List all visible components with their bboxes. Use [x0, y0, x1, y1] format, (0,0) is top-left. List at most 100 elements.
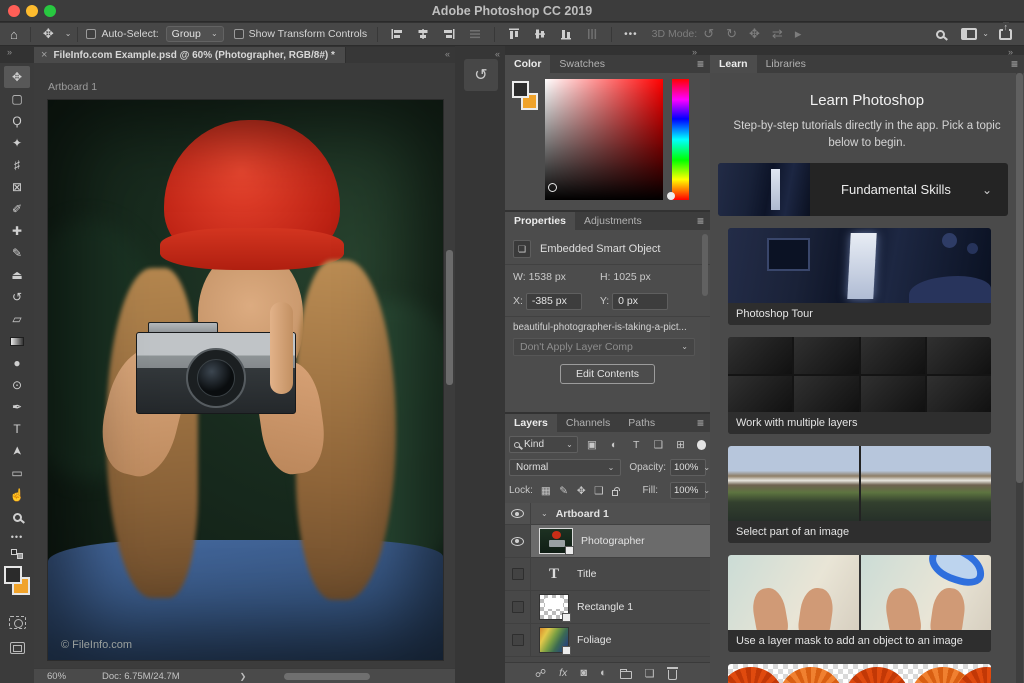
type-tool[interactable]: T	[4, 418, 30, 440]
new-group-icon[interactable]	[619, 668, 632, 679]
tab-paths[interactable]: Paths	[619, 414, 664, 432]
pen-tool[interactable]: ✒	[4, 396, 30, 418]
history-panel-icon[interactable]: ↺	[464, 59, 498, 91]
layer-style-icon[interactable]: fx	[559, 667, 567, 679]
lock-pixels-icon[interactable]: ✎	[559, 485, 569, 497]
workspace-chevron-icon[interactable]: ⌄	[982, 30, 989, 38]
layer-row-artboard[interactable]: ⌄ Artboard 1	[505, 503, 710, 525]
tab-libraries[interactable]: Libraries	[757, 55, 815, 73]
layer-mask-icon[interactable]: ◙	[580, 667, 587, 679]
zoom-window-button[interactable]	[44, 5, 56, 17]
path-selection-tool[interactable]: ➤	[4, 440, 30, 462]
panel-menu-icon[interactable]: ≡	[697, 57, 704, 71]
tutorial-card-photoshop-tour[interactable]: Photoshop Tour	[728, 228, 991, 325]
eye-icon[interactable]	[511, 509, 524, 518]
crop-tool[interactable]: ♯	[4, 154, 30, 176]
lock-transparency-icon[interactable]: ▦	[541, 485, 551, 497]
blend-mode-dropdown[interactable]: Normal ⌄	[509, 459, 622, 476]
filter-type-layers-icon[interactable]: T	[628, 439, 644, 451]
layer-name[interactable]: Photographer	[581, 535, 645, 547]
visibility-checkbox[interactable]	[511, 601, 524, 613]
learn-scrollbar-track[interactable]	[1016, 73, 1023, 683]
screen-mode-icon[interactable]	[9, 642, 25, 654]
lock-position-icon[interactable]: ✥	[576, 485, 586, 497]
hue-slider-handle[interactable]	[667, 192, 675, 200]
learn-scrollbar-thumb[interactable]	[1016, 73, 1023, 483]
y-position-field[interactable]: 0 px	[612, 292, 669, 310]
adjustment-layer-icon[interactable]: ◐	[600, 667, 607, 679]
opacity-field[interactable]: 100% ⌄	[670, 459, 710, 476]
lock-artboard-icon[interactable]: ❑	[594, 485, 604, 497]
rectangle-tool[interactable]: ▭	[4, 462, 30, 484]
foreground-color-well[interactable]	[512, 81, 529, 98]
fundamental-skills-card[interactable]: Fundamental Skills ⌄	[718, 163, 1008, 216]
share-icon[interactable]	[999, 21, 1012, 40]
align-horizontal-centers-icon[interactable]	[416, 27, 430, 41]
align-right-edges-icon[interactable]	[442, 27, 456, 41]
visibility-checkbox[interactable]	[511, 634, 524, 646]
eye-icon[interactable]	[511, 536, 524, 546]
zoom-level-field[interactable]: 60%	[47, 671, 66, 682]
align-bottom-edges-icon[interactable]	[559, 27, 573, 41]
filter-shape-layers-icon[interactable]: ❑	[650, 439, 666, 451]
home-icon[interactable]: ⌂	[10, 27, 18, 42]
layer-row-foliage[interactable]: Foliage	[505, 624, 710, 657]
layer-thumbnail[interactable]	[539, 528, 574, 555]
filter-smart-objects-icon[interactable]: ⊞	[672, 439, 688, 451]
visibility-cell[interactable]	[505, 558, 531, 590]
workspace-switcher-icon[interactable]	[961, 28, 978, 40]
history-brush-tool[interactable]: ↺	[4, 286, 30, 308]
fill-field[interactable]: 100% ⌄	[670, 482, 710, 499]
layer-row-title[interactable]: T Title	[505, 558, 710, 591]
canvas-photo[interactable]: © FileInfo.com	[48, 100, 443, 660]
tutorial-card-select-part[interactable]: Select part of an image	[728, 446, 991, 543]
tab-color[interactable]: Color	[505, 55, 551, 73]
brush-tool[interactable]: ✎	[4, 242, 30, 264]
filter-adjustment-layers-icon[interactable]: ◐	[606, 439, 622, 451]
eraser-tool[interactable]: ▱	[4, 308, 30, 330]
filter-kind-dropdown[interactable]: Kind ⌄	[509, 436, 578, 453]
lock-all-icon[interactable]	[611, 486, 620, 496]
marquee-tool[interactable]: ▢	[4, 88, 30, 110]
canvas-area[interactable]: Artboard 1 © FileInfo.com	[34, 63, 455, 668]
canvas-horizontal-scrollbar[interactable]	[284, 673, 370, 680]
edit-toolbar-icon[interactable]: •••	[11, 532, 23, 542]
tab-swatches[interactable]: Swatches	[550, 55, 614, 73]
align-vertical-centers-icon[interactable]	[533, 27, 547, 41]
tutorial-card-layer-mask[interactable]: Use a layer mask to add an object to an …	[728, 555, 991, 652]
link-layers-icon[interactable]: ☍	[535, 667, 546, 680]
clone-stamp-tool[interactable]: ⏏	[4, 264, 30, 286]
blur-tool[interactable]: ●	[4, 352, 30, 374]
dodge-tool[interactable]: ⊙	[4, 374, 30, 396]
visibility-cell[interactable]	[505, 624, 531, 656]
eyedropper-tool[interactable]: ✐	[4, 198, 30, 220]
tab-layers[interactable]: Layers	[505, 414, 557, 432]
saturation-brightness-field[interactable]	[545, 79, 663, 200]
align-top-edges-icon[interactable]	[507, 27, 521, 41]
auto-select-checkbox[interactable]	[86, 29, 97, 39]
chevron-down-icon[interactable]: ⌄	[982, 183, 992, 197]
hand-tool[interactable]: ☝	[4, 484, 30, 506]
default-colors-icon[interactable]	[11, 549, 23, 559]
canvas-vertical-scrollbar[interactable]	[446, 250, 453, 385]
edit-contents-button[interactable]: Edit Contents	[559, 364, 656, 384]
tab-adjustments[interactable]: Adjustments	[575, 212, 651, 230]
toolbar-collapse-chevrons[interactable]: »	[0, 47, 34, 62]
filter-pixel-layers-icon[interactable]: ▣	[584, 439, 600, 451]
close-tab-icon[interactable]: ×	[41, 49, 47, 61]
dock-collapse-chevrons[interactable]: «	[495, 49, 500, 59]
layer-row-rectangle[interactable]: Rectangle 1	[505, 591, 710, 624]
auto-select-target-dropdown[interactable]: Group ⌄	[165, 26, 224, 42]
hue-slider[interactable]	[667, 79, 689, 200]
type-layer-thumbnail[interactable]: T	[539, 561, 569, 587]
frame-tool[interactable]: ⊠	[4, 176, 30, 198]
layer-row-photographer[interactable]: Photographer	[505, 525, 710, 558]
properties-scrollbar[interactable]	[702, 234, 708, 296]
panel-menu-icon[interactable]: ≡	[1011, 57, 1018, 71]
lasso-tool[interactable]: Ϙ	[4, 110, 30, 132]
visibility-cell[interactable]	[505, 503, 531, 524]
status-options-chevron-icon[interactable]: ❯	[240, 672, 247, 681]
artboard-label[interactable]: Artboard 1	[48, 81, 97, 93]
visibility-cell[interactable]	[505, 591, 531, 623]
move-tool[interactable]: ✥	[4, 66, 30, 88]
